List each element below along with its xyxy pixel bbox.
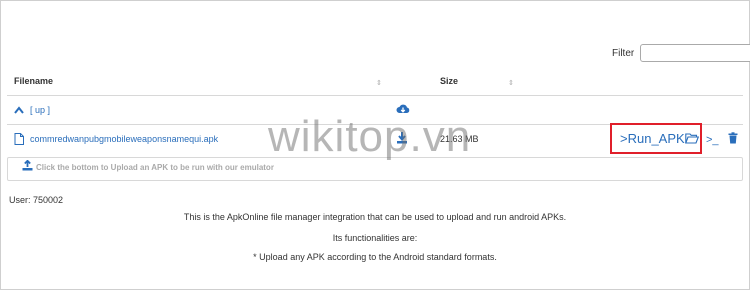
filter-group: Filter <box>612 44 750 62</box>
trash-icon[interactable] <box>728 132 738 144</box>
user-id: User: 750002 <box>9 195 64 205</box>
info-description: This is the ApkOnline file manager integ… <box>183 212 567 222</box>
chevron-up-icon <box>14 106 24 114</box>
filename-column-header[interactable]: Filename <box>14 76 53 86</box>
up-directory-label: [ up ] <box>30 105 51 115</box>
watermark: wikitop.vn <box>268 112 472 161</box>
info-functionality-item: * Upload any APK according to the Androi… <box>253 252 497 262</box>
upload-hint[interactable]: Click the bottom to Upload an APK to be … <box>36 163 274 172</box>
filter-input[interactable] <box>640 44 750 62</box>
folder-open-icon[interactable] <box>685 133 699 144</box>
file-icon <box>14 133 24 145</box>
filter-label: Filter <box>612 47 635 59</box>
sort-icon[interactable]: ⇕ <box>508 79 514 87</box>
sort-icon[interactable]: ⇕ <box>376 79 382 87</box>
header-divider <box>7 95 743 96</box>
up-directory-link[interactable]: [ up ] <box>14 105 50 115</box>
terminal-icon[interactable]: >_ <box>706 134 719 146</box>
info-functionalities-heading: Its functionalities are: <box>332 233 418 243</box>
run-apk-link[interactable]: >Run_APK <box>620 131 685 146</box>
size-column-header[interactable]: Size <box>440 76 458 86</box>
apk-file-link[interactable]: commredwanpubgmobileweaponsnamequi.apk <box>30 134 218 144</box>
upload-icon[interactable] <box>22 160 33 171</box>
